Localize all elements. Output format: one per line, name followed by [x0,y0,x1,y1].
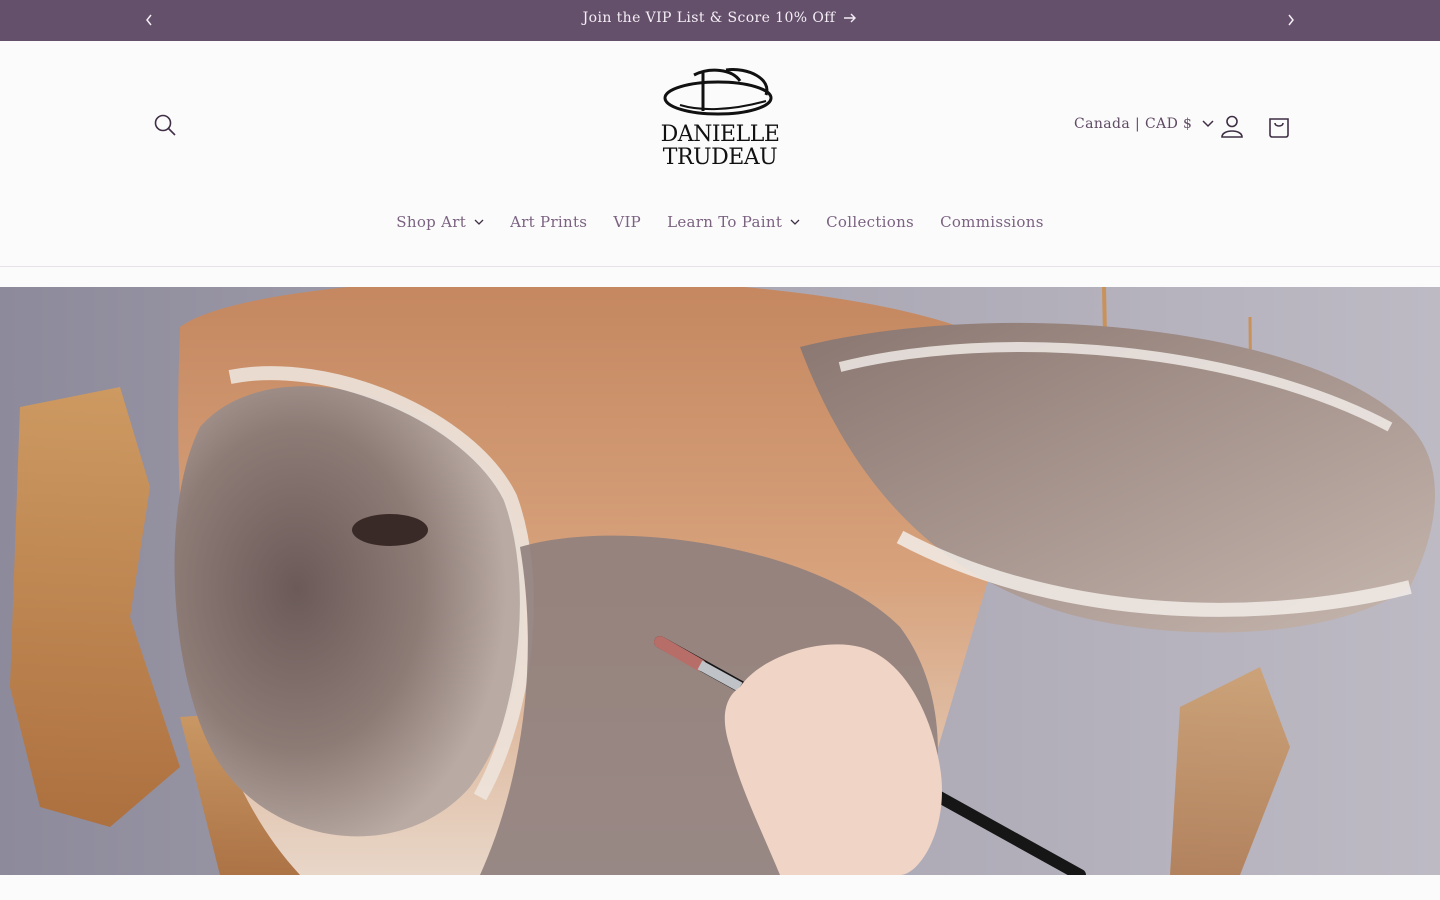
nav-item-collections[interactable]: Collections [813,213,927,231]
announcement-next-button[interactable] [1279,8,1303,32]
nav-item-label: Shop Art [396,213,467,231]
announcement-link[interactable]: Join the VIP List & Score 10% Off [0,10,1440,26]
nav-item-label: Collections [826,213,915,231]
logo-mark [663,68,773,116]
site-header: DANIELLE TRUDEAU Canada | CAD $ Shop Art… [0,41,1440,267]
chevron-right-icon [1288,14,1294,26]
search-button[interactable] [151,111,179,139]
nav-item-label: Learn To Paint [667,213,783,231]
account-icon [1221,115,1243,138]
cart-button[interactable] [1265,112,1293,140]
country-selector-label: Canada | CAD $ [1074,116,1193,132]
country-selector[interactable]: Canada | CAD $ [1074,116,1214,132]
logo-line-1: DANIELLE [660,122,780,147]
nav-item-shop-art[interactable]: Shop Art [383,213,497,231]
chevron-down-icon [1202,120,1214,128]
nav-item-commissions[interactable]: Commissions [927,213,1057,231]
logo-text: DANIELLE TRUDEAU [640,123,800,169]
chevron-down-icon [474,219,484,225]
logo-line-2: TRUDEAU [662,145,778,170]
nav-item-learn-to-paint[interactable]: Learn To Paint [654,213,813,231]
hero-painting [0,287,1440,875]
nav-item-art-prints[interactable]: Art Prints [497,213,600,231]
cart-icon [1269,118,1289,138]
nav-item-label: VIP [613,213,642,231]
search-icon [154,114,176,136]
account-button[interactable] [1219,113,1245,139]
main-nav: Shop Art Art Prints VIP Learn To Paint C… [0,213,1440,231]
site-logo[interactable]: DANIELLE TRUDEAU [640,65,800,189]
announcement-bar: Join the VIP List & Score 10% Off [0,0,1440,41]
arrow-right-icon [844,13,857,23]
nav-item-vip[interactable]: VIP [600,213,654,231]
announcement-text: Join the VIP List & Score 10% Off [582,10,836,26]
nav-item-label: Art Prints [510,213,588,231]
nav-item-label: Commissions [940,213,1044,231]
chevron-down-icon [790,219,800,225]
hero-image [0,287,1440,875]
